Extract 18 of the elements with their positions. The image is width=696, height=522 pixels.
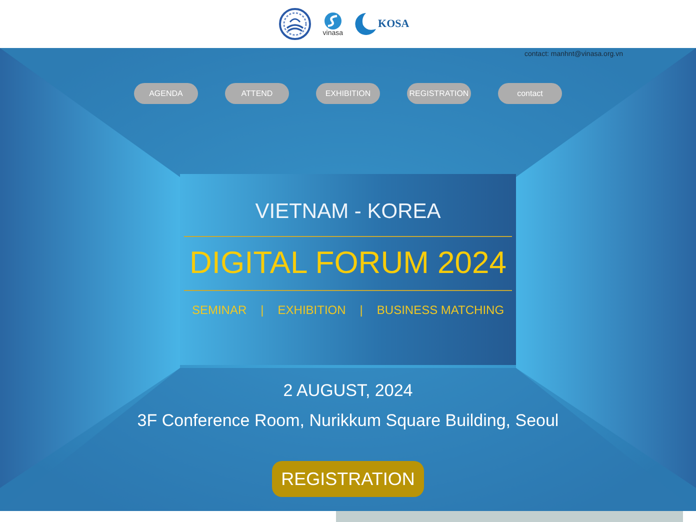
event-subtitle: VIETNAM - KOREA bbox=[255, 200, 441, 224]
logo-text: KOSA bbox=[378, 18, 410, 30]
nav-button[interactable]: EXHIBITION bbox=[316, 83, 380, 104]
nav-button[interactable]: REGISTRATION bbox=[407, 83, 471, 104]
nav-button[interactable]: ATTEND bbox=[225, 83, 289, 104]
event-title: DIGITAL FORUM 2024 bbox=[190, 247, 506, 278]
topic-label: SEMINAR bbox=[192, 303, 247, 317]
emblem-icon bbox=[278, 8, 311, 40]
event-date: 2 AUGUST, 2024 bbox=[283, 381, 413, 401]
event-venue: 3F Conference Room, Nurikkum Square Building, Seoul bbox=[137, 411, 559, 431]
registration-button[interactable]: REGISTRATION bbox=[272, 461, 424, 497]
topic-label: EXHIBITION bbox=[278, 303, 346, 317]
nav-button[interactable]: AGENDA bbox=[134, 83, 198, 104]
swirl-icon bbox=[324, 12, 342, 30]
topic-separator: | bbox=[360, 303, 363, 317]
nav-button[interactable]: contact bbox=[498, 83, 562, 104]
topic-separator: | bbox=[260, 303, 264, 317]
topic-label: BUSINESS MATCHING bbox=[376, 303, 504, 317]
